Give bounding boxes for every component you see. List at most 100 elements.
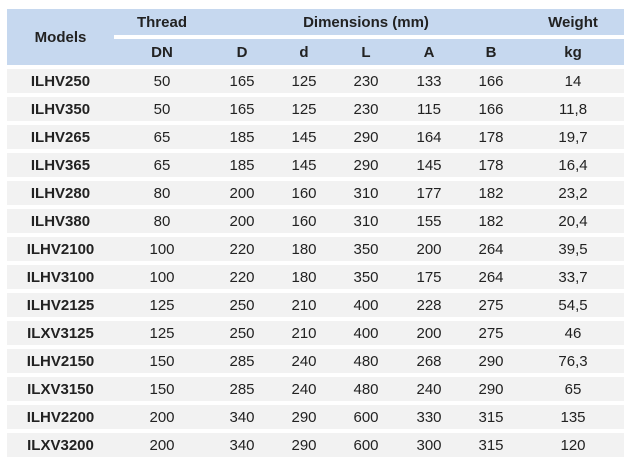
d-outer-cell: 200 <box>210 181 274 205</box>
a-cell: 145 <box>398 153 460 177</box>
header-b: B <box>460 39 522 65</box>
d-inner-cell: 290 <box>274 433 334 457</box>
b-cell: 264 <box>460 265 522 289</box>
d-outer-cell: 285 <box>210 349 274 373</box>
dn-cell: 50 <box>114 97 210 121</box>
weight-cell: 135 <box>522 405 624 429</box>
spec-table-container: Models Thread Dimensions (mm) Weight DN … <box>0 0 630 470</box>
model-cell: ILHV2200 <box>7 405 114 429</box>
b-cell: 178 <box>460 153 522 177</box>
l-cell: 290 <box>334 153 398 177</box>
d-inner-cell: 240 <box>274 377 334 401</box>
weight-cell: 23,2 <box>522 181 624 205</box>
d-inner-cell: 180 <box>274 265 334 289</box>
dn-cell: 200 <box>114 405 210 429</box>
a-cell: 164 <box>398 125 460 149</box>
b-cell: 178 <box>460 125 522 149</box>
weight-cell: 19,7 <box>522 125 624 149</box>
header-d-outer: D <box>210 39 274 65</box>
header-weight: Weight <box>522 9 624 35</box>
dn-cell: 125 <box>114 321 210 345</box>
weight-cell: 65 <box>522 377 624 401</box>
table-row: ILXV3125 125 250 210 400 200 275 46 <box>7 321 624 345</box>
d-outer-cell: 200 <box>210 209 274 233</box>
table-row: ILHV350 50 165 125 230 115 166 11,8 <box>7 97 624 121</box>
d-inner-cell: 160 <box>274 181 334 205</box>
dn-cell: 80 <box>114 181 210 205</box>
d-inner-cell: 180 <box>274 237 334 261</box>
weight-cell: 14 <box>522 69 624 93</box>
a-cell: 200 <box>398 237 460 261</box>
a-cell: 177 <box>398 181 460 205</box>
d-outer-cell: 340 <box>210 433 274 457</box>
header-row-top: Models Thread Dimensions (mm) Weight <box>7 9 624 65</box>
weight-cell: 120 <box>522 433 624 457</box>
a-cell: 115 <box>398 97 460 121</box>
a-cell: 240 <box>398 377 460 401</box>
l-cell: 290 <box>334 125 398 149</box>
d-inner-cell: 240 <box>274 349 334 373</box>
table-row: ILXV3200 200 340 290 600 300 315 120 <box>7 433 624 457</box>
weight-cell: 76,3 <box>522 349 624 373</box>
model-cell: ILXV3150 <box>7 377 114 401</box>
l-cell: 480 <box>334 349 398 373</box>
l-cell: 350 <box>334 237 398 261</box>
b-cell: 182 <box>460 181 522 205</box>
d-outer-cell: 165 <box>210 97 274 121</box>
d-outer-cell: 185 <box>210 125 274 149</box>
dn-cell: 100 <box>114 237 210 261</box>
d-outer-cell: 250 <box>210 293 274 317</box>
d-inner-cell: 145 <box>274 125 334 149</box>
a-cell: 155 <box>398 209 460 233</box>
b-cell: 275 <box>460 293 522 317</box>
a-cell: 330 <box>398 405 460 429</box>
table-row: ILHV365 65 185 145 290 145 178 16,4 <box>7 153 624 177</box>
dn-cell: 150 <box>114 349 210 373</box>
l-cell: 310 <box>334 181 398 205</box>
d-inner-cell: 145 <box>274 153 334 177</box>
dn-cell: 65 <box>114 153 210 177</box>
dn-cell: 125 <box>114 293 210 317</box>
b-cell: 264 <box>460 237 522 261</box>
table-row: ILXV3150 150 285 240 480 240 290 65 <box>7 377 624 401</box>
d-inner-cell: 125 <box>274 97 334 121</box>
model-cell: ILHV2150 <box>7 349 114 373</box>
a-cell: 133 <box>398 69 460 93</box>
b-cell: 315 <box>460 433 522 457</box>
table-row: ILHV280 80 200 160 310 177 182 23,2 <box>7 181 624 205</box>
weight-cell: 54,5 <box>522 293 624 317</box>
dn-cell: 200 <box>114 433 210 457</box>
weight-cell: 11,8 <box>522 97 624 121</box>
d-outer-cell: 220 <box>210 265 274 289</box>
model-cell: ILXV3200 <box>7 433 114 457</box>
dn-cell: 80 <box>114 209 210 233</box>
l-cell: 400 <box>334 293 398 317</box>
l-cell: 480 <box>334 377 398 401</box>
spec-table: Models Thread Dimensions (mm) Weight DN … <box>7 5 624 461</box>
weight-cell: 46 <box>522 321 624 345</box>
table-body: ILHV250 50 165 125 230 133 166 14 ILHV350 50 165 12… <box>7 69 624 457</box>
b-cell: 166 <box>460 97 522 121</box>
b-cell: 182 <box>460 209 522 233</box>
header-dn: DN <box>114 39 210 65</box>
model-cell: ILHV380 <box>7 209 114 233</box>
d-inner-cell: 210 <box>274 321 334 345</box>
l-cell: 230 <box>334 69 398 93</box>
a-cell: 228 <box>398 293 460 317</box>
l-cell: 400 <box>334 321 398 345</box>
weight-cell: 16,4 <box>522 153 624 177</box>
table-header: Models Thread Dimensions (mm) Weight DN … <box>7 9 624 65</box>
model-cell: ILHV280 <box>7 181 114 205</box>
model-cell: ILHV265 <box>7 125 114 149</box>
dn-cell: 50 <box>114 69 210 93</box>
table-row: ILHV265 65 185 145 290 164 178 19,7 <box>7 125 624 149</box>
d-inner-cell: 290 <box>274 405 334 429</box>
weight-cell: 33,7 <box>522 265 624 289</box>
d-outer-cell: 165 <box>210 69 274 93</box>
dn-cell: 150 <box>114 377 210 401</box>
b-cell: 290 <box>460 349 522 373</box>
model-cell: ILHV2125 <box>7 293 114 317</box>
l-cell: 600 <box>334 405 398 429</box>
a-cell: 300 <box>398 433 460 457</box>
d-outer-cell: 185 <box>210 153 274 177</box>
